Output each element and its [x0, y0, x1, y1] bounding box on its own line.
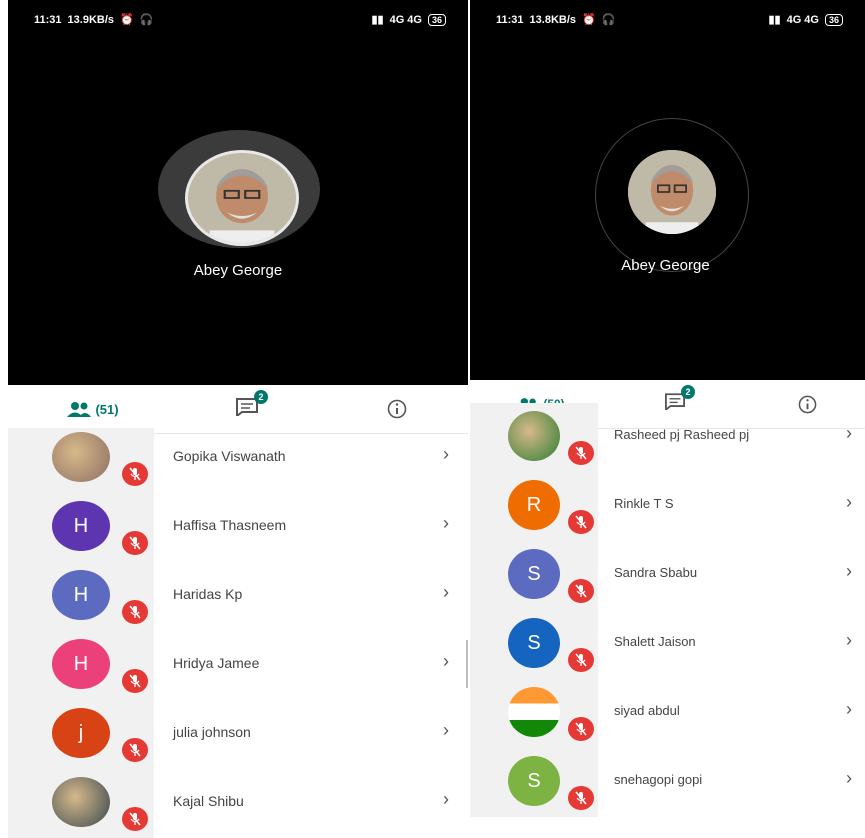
chevron-right-icon[interactable]: ›: [846, 423, 852, 444]
participant-avatar: H: [52, 501, 110, 551]
participant-avatar: S: [508, 618, 560, 668]
tab-info[interactable]: [372, 385, 422, 433]
participant-row[interactable]: R Rinkle T S ›: [470, 472, 865, 541]
participant-avatar: H: [52, 570, 110, 620]
chat-unread-badge: 2: [681, 385, 695, 399]
participant-name: Hridya Jamee: [173, 655, 260, 671]
status-time: 11:31: [496, 13, 524, 26]
participant-name: Sandra Sbabu: [614, 565, 698, 580]
participant-name: julia johnson: [173, 724, 251, 740]
participant-row[interactable]: j julia johnson ›: [8, 704, 468, 773]
headphones-icon: 🎧: [139, 14, 154, 26]
status-bar: 11:31 13.8KB/s ⏰ 🎧 ▮▮ 4G 4G 36: [470, 0, 865, 30]
battery-icon: 36: [824, 13, 843, 26]
chevron-right-icon[interactable]: ›: [846, 768, 852, 789]
alarm-icon: ⏰: [582, 14, 596, 26]
participant-avatar: [52, 432, 110, 482]
speaker-avatar: [628, 150, 716, 234]
speaker-view[interactable]: 11:31 13.9KB/s ⏰ 🎧 ▮▮ 4G 4G 36 Abey Geor…: [8, 0, 468, 385]
participant-row[interactable]: Gopika Viswanath ›: [8, 428, 468, 497]
status-time: 11:31: [34, 13, 62, 26]
tab-chat[interactable]: 2: [222, 385, 272, 433]
participant-row[interactable]: H Hridya Jamee ›: [8, 635, 468, 704]
chevron-right-icon[interactable]: ›: [443, 513, 449, 534]
chevron-right-icon[interactable]: ›: [846, 561, 852, 582]
participant-name: Gopika Viswanath: [173, 448, 286, 464]
participant-avatar: S: [508, 549, 560, 599]
tab-people[interactable]: (51): [48, 385, 138, 433]
chevron-right-icon[interactable]: ›: [443, 444, 449, 465]
mic-off-icon: [568, 579, 594, 603]
speaker-view[interactable]: 11:31 13.8KB/s ⏰ 🎧 ▮▮ 4G 4G 36 Abey Geor…: [470, 0, 865, 380]
participant-name: Kajal Shibu: [173, 793, 244, 809]
participant-row[interactable]: S Sandra Sbabu ›: [470, 541, 865, 610]
participant-row[interactable]: S Shalett Jaison ›: [470, 610, 865, 679]
chevron-right-icon[interactable]: ›: [443, 789, 449, 810]
chevron-right-icon[interactable]: ›: [846, 492, 852, 513]
battery-icon: 36: [427, 13, 446, 26]
participant-name: Shalett Jaison: [614, 634, 696, 649]
mic-off-icon: [122, 600, 148, 624]
tab-bar: (51) 2: [8, 385, 468, 434]
participant-name: siyad abdul: [614, 703, 680, 718]
participant-avatar: H: [52, 639, 110, 689]
status-speed: 13.8KB/s: [529, 13, 577, 26]
signal-icon: ▮▮: [768, 14, 781, 26]
mic-off-icon: [568, 441, 594, 465]
mic-off-icon: [568, 786, 594, 810]
signal-icon: ▮▮: [371, 14, 384, 26]
participant-avatar: R: [508, 480, 560, 530]
people-icon: [67, 402, 92, 417]
mic-off-icon: [568, 648, 594, 672]
chevron-right-icon[interactable]: ›: [846, 699, 852, 720]
alarm-icon: ⏰: [120, 14, 134, 26]
call-screen-left: 11:31 13.9KB/s ⏰ 🎧 ▮▮ 4G 4G 36 Abey Geor…: [8, 0, 468, 838]
participant-avatar: [52, 777, 110, 827]
status-network: 4G 4G: [786, 13, 819, 26]
headphones-icon: 🎧: [601, 14, 616, 26]
status-network: 4G 4G: [389, 13, 422, 26]
participant-count: (51): [95, 401, 119, 417]
participant-name: Rasheed pj Rasheed pj: [614, 427, 750, 442]
mic-off-icon: [122, 738, 148, 762]
participant-avatar: j: [52, 708, 110, 758]
participant-name: Haridas Kp: [173, 586, 243, 602]
chevron-right-icon[interactable]: ›: [846, 630, 852, 651]
participant-avatar: S: [508, 756, 560, 806]
call-screen-right: 11:31 13.8KB/s ⏰ 🎧 ▮▮ 4G 4G 36 Abey Geor…: [470, 0, 865, 838]
participant-row[interactable]: H Haridas Kp ›: [8, 566, 468, 635]
chevron-right-icon[interactable]: ›: [443, 582, 449, 603]
participant-row[interactable]: Ssnehagopi gopi ›: [470, 748, 865, 817]
participant-name: Haffisa Thasneem: [173, 517, 287, 533]
scrollbar[interactable]: [466, 640, 468, 688]
chat-unread-badge: 2: [254, 389, 268, 404]
participant-row[interactable]: siyad abdul ›: [470, 679, 865, 748]
speaker-avatar: [185, 150, 299, 246]
mic-off-icon: [568, 717, 594, 741]
participant-avatar: [508, 411, 560, 461]
mic-off-icon: [122, 807, 148, 831]
info-icon: [387, 399, 407, 419]
chevron-right-icon[interactable]: ›: [443, 651, 449, 672]
status-speed: 13.9KB/s: [67, 13, 115, 26]
participant-avatar: [508, 687, 560, 737]
participant-row[interactable]: Kajal Shibu ›: [8, 773, 468, 838]
mic-off-icon: [122, 462, 148, 486]
mic-off-icon: [568, 510, 594, 534]
mic-off-icon: [122, 669, 148, 693]
chevron-right-icon[interactable]: ›: [443, 720, 449, 741]
status-bar: 11:31 13.9KB/s ⏰ 🎧 ▮▮ 4G 4G 36: [8, 0, 468, 30]
speaker-name: Abey George: [193, 262, 283, 279]
speaker-name: Abey George: [621, 257, 710, 274]
participant-name: snehagopi gopi: [614, 772, 703, 787]
participant-name: Rinkle T S: [614, 496, 674, 511]
mic-off-icon: [122, 531, 148, 555]
participant-row[interactable]: Rasheed pj Rasheed pj ›: [470, 403, 865, 472]
participant-row[interactable]: H Haffisa Thasneem ›: [8, 497, 468, 566]
